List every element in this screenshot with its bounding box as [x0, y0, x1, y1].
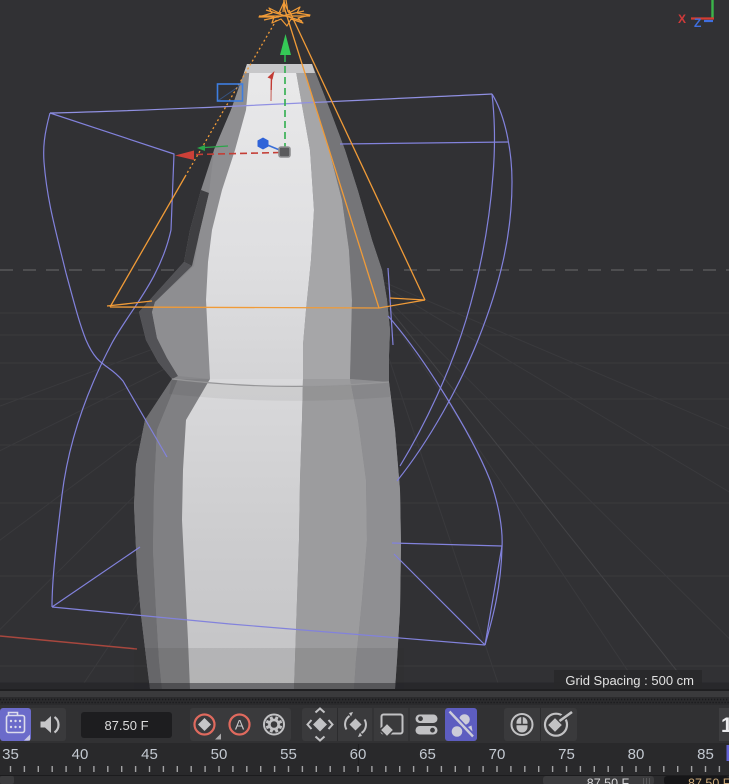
svg-text:A: A	[235, 717, 245, 733]
svg-text:75: 75	[558, 746, 575, 763]
svg-text:87.50 F: 87.50 F	[688, 777, 729, 784]
svg-text:70: 70	[489, 746, 506, 763]
svg-text:X: X	[678, 12, 686, 26]
svg-text:35: 35	[2, 746, 19, 763]
svg-text:Grid Spacing : 500 cm: Grid Spacing : 500 cm	[565, 673, 694, 688]
svg-text:45: 45	[141, 746, 158, 763]
svg-text:55: 55	[280, 746, 297, 763]
svg-text:Z: Z	[694, 16, 701, 30]
svg-text:85: 85	[697, 746, 714, 763]
svg-text:80: 80	[628, 746, 645, 763]
svg-text:50: 50	[211, 746, 228, 763]
svg-text:60: 60	[350, 746, 367, 763]
svg-text:87.50 F: 87.50 F	[104, 718, 148, 733]
svg-text:40: 40	[72, 746, 89, 763]
svg-text:1: 1	[721, 714, 729, 737]
svg-text:65: 65	[419, 746, 436, 763]
svg-text:87.50 F: 87.50 F	[587, 777, 630, 784]
